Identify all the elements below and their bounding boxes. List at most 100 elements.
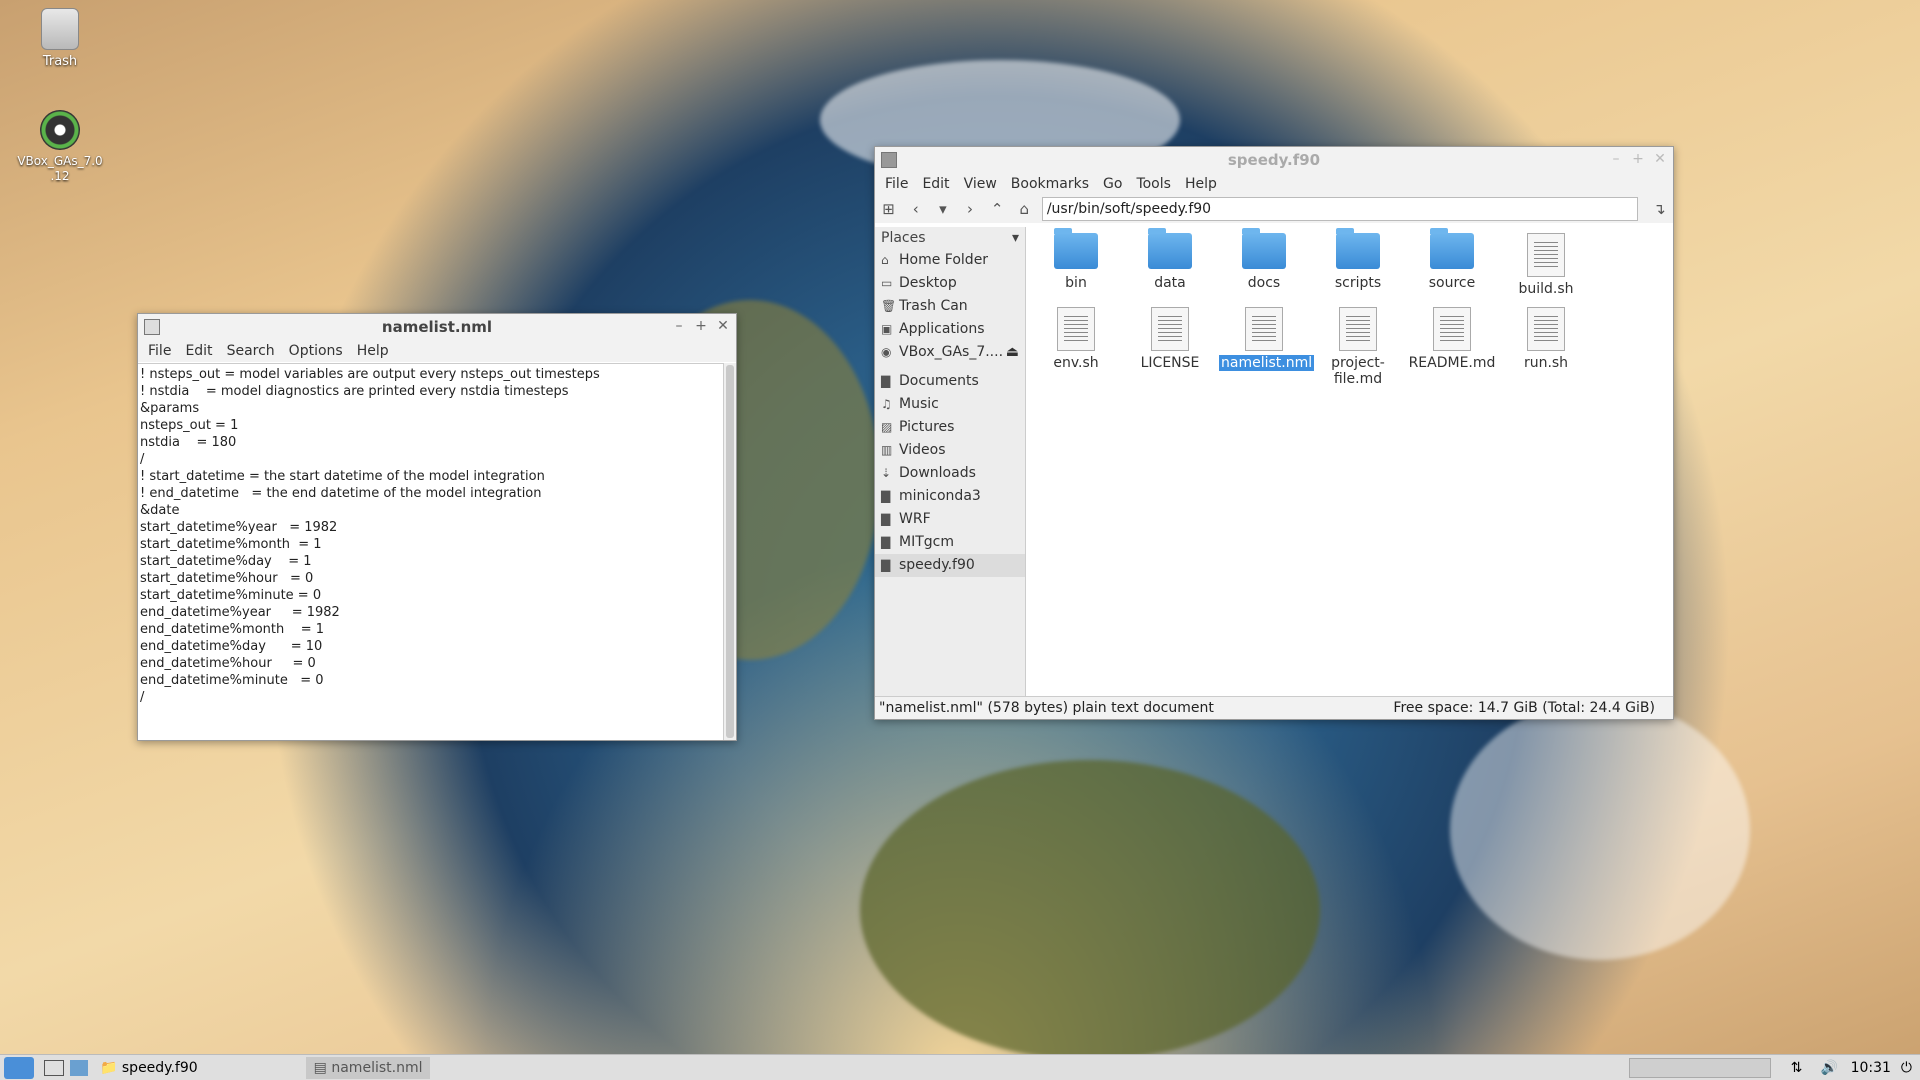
places-item[interactable]: 🗑 Trash Can <box>875 295 1025 318</box>
menu-edit[interactable]: Edit <box>185 343 212 359</box>
folder-item[interactable]: scripts <box>1313 228 1403 291</box>
file-manager-titlebar[interactable]: speedy.f90 – + ✕ <box>875 147 1673 173</box>
history-dropdown-icon[interactable]: ▾ <box>929 200 956 218</box>
show-desktop-icon[interactable] <box>44 1059 64 1076</box>
taskbar: 📁 speedy.f90 ▤ namelist.nml ⇅ 🔊 10:31 ⏻ <box>0 1054 1920 1080</box>
disc-icon: ◉ <box>881 345 892 359</box>
places-item[interactable]: ⇣ Downloads <box>875 462 1025 485</box>
menu-file[interactable]: File <box>885 176 908 192</box>
menu-tools[interactable]: Tools <box>1136 176 1171 192</box>
menu-go[interactable]: Go <box>1103 176 1122 192</box>
file-item[interactable]: namelist.nml <box>1219 307 1315 371</box>
folder-icon <box>1148 228 1192 269</box>
go-icon[interactable]: ↴ <box>1646 200 1673 218</box>
places-item[interactable]: ◉ VBox_GAs_7.... ⏏ <box>875 341 1025 364</box>
folder-icon: ▇ <box>881 558 891 572</box>
places-item[interactable]: ▥ Videos <box>875 439 1025 462</box>
folder-item[interactable]: source <box>1407 228 1497 291</box>
text-area[interactable]: ! nsteps_out = model variables are outpu… <box>138 363 724 740</box>
places-header[interactable]: Places ▾ <box>875 227 1025 249</box>
path-input[interactable]: /usr/bin/soft/speedy.f90 <box>1041 197 1638 221</box>
file-name: run.sh <box>1523 355 1569 371</box>
places-item-label: VBox_GAs_7.... <box>899 344 1004 360</box>
file-manager-toolbar: ⊞ ‹ ▾ › ⌃ ⌂ /usr/bin/soft/speedy.f90 ↴ <box>875 195 1673 223</box>
menu-help[interactable]: Help <box>357 343 389 359</box>
places-item[interactable]: ⌂ Home Folder <box>875 249 1025 272</box>
text-file-icon <box>1527 307 1565 351</box>
menu-view[interactable]: View <box>964 176 997 192</box>
folder-icon: ▇ <box>881 374 891 388</box>
volume-icon[interactable]: 🔊 <box>1821 1060 1839 1076</box>
eject-icon[interactable]: ⏏ <box>1006 341 1019 364</box>
file-name: project- file.md <box>1331 355 1385 387</box>
status-right: Free space: 14.7 GiB (Total: 24.4 GiB) <box>1393 700 1655 716</box>
minimize-button[interactable]: – <box>1607 150 1625 168</box>
back-icon[interactable]: ‹ <box>902 200 929 218</box>
file-name: env.sh <box>1053 355 1099 371</box>
folder-icon <box>1336 228 1380 269</box>
places-item[interactable]: ▨ Pictures <box>875 416 1025 439</box>
places-item[interactable]: ▇ speedy.f90 <box>875 554 1025 577</box>
forward-icon[interactable]: › <box>956 200 983 218</box>
menu-help[interactable]: Help <box>1185 176 1217 192</box>
file-name: docs <box>1247 275 1281 291</box>
file-item[interactable]: project- file.md <box>1313 307 1403 387</box>
maximize-button[interactable]: + <box>1629 150 1647 168</box>
status-left: "namelist.nml" (578 bytes) plain text do… <box>879 700 1214 716</box>
up-icon[interactable]: ⌃ <box>984 200 1011 218</box>
network-icon[interactable]: ⇅ <box>1791 1060 1809 1076</box>
task-editor[interactable]: ▤ namelist.nml <box>305 1056 431 1079</box>
menu-search[interactable]: Search <box>227 343 275 359</box>
places-item[interactable]: ♫ Music <box>875 393 1025 416</box>
file-item[interactable]: README.md <box>1407 307 1497 371</box>
new-tab-icon[interactable]: ⊞ <box>875 200 902 218</box>
places-item-label: Videos <box>899 442 946 458</box>
desktop-icon-trash[interactable]: Trash <box>10 8 110 69</box>
places-item-label: MITgcm <box>899 534 954 550</box>
maximize-button[interactable]: + <box>692 317 710 335</box>
start-menu-icon[interactable] <box>4 1056 34 1079</box>
scrollbar-thumb[interactable] <box>726 365 734 738</box>
clock[interactable]: 10:31 <box>1851 1060 1891 1076</box>
folder-item[interactable]: bin <box>1031 228 1121 291</box>
file-manager-menubar: File Edit View Bookmarks Go Tools Help <box>875 173 1673 195</box>
places-item-label: Pictures <box>899 419 955 435</box>
minimize-button[interactable]: – <box>670 317 688 335</box>
trash-icon <box>41 8 79 50</box>
file-name: scripts <box>1334 275 1382 291</box>
folder-item[interactable]: docs <box>1219 228 1309 291</box>
chevron-down-icon: ▾ <box>1011 230 1019 246</box>
file-grid: bin data docs scripts source build.sh env.sh LI… <box>1031 228 1673 697</box>
power-icon[interactable]: ⏻ <box>1901 1060 1912 1076</box>
file-item[interactable]: LICENSE <box>1125 307 1215 371</box>
workspace-switcher[interactable] <box>1628 1057 1771 1078</box>
places-item[interactable]: ▇ MITgcm <box>875 531 1025 554</box>
file-item[interactable]: env.sh <box>1031 307 1121 371</box>
editor-window: namelist.nml – + ✕ File Edit Search Opti… <box>137 313 737 741</box>
desktop-icon-vbox[interactable]: VBox_GAs_7.0 .12 <box>10 110 110 184</box>
file-manager-launcher-icon[interactable] <box>70 1059 88 1076</box>
menu-bookmarks[interactable]: Bookmarks <box>1011 176 1089 192</box>
task-file-manager[interactable]: 📁 speedy.f90 <box>92 1057 206 1079</box>
vertical-scrollbar[interactable] <box>723 363 736 740</box>
file-item[interactable]: build.sh <box>1501 233 1591 297</box>
folder-item[interactable]: data <box>1125 228 1215 291</box>
places-item[interactable]: ▇ Documents <box>875 370 1025 393</box>
places-item[interactable]: ▇ WRF <box>875 508 1025 531</box>
close-button[interactable]: ✕ <box>714 317 732 335</box>
places-item[interactable]: ▇ miniconda3 <box>875 485 1025 508</box>
text-line: ! end_datetime = the end datetime of the… <box>140 486 542 501</box>
menu-edit[interactable]: Edit <box>922 176 949 192</box>
close-button[interactable]: ✕ <box>1651 150 1669 168</box>
editor-titlebar[interactable]: namelist.nml – + ✕ <box>138 314 736 340</box>
menu-file[interactable]: File <box>148 343 171 359</box>
places-item[interactable]: ▭ Desktop <box>875 272 1025 295</box>
text-line: start_datetime%year = 1982 <box>140 520 338 535</box>
text-line: &params <box>140 401 200 416</box>
menu-options[interactable]: Options <box>289 343 343 359</box>
places-item[interactable]: ▣ Applications <box>875 318 1025 341</box>
home-icon[interactable]: ⌂ <box>1011 200 1038 218</box>
places-item-label: Home Folder <box>899 252 989 268</box>
file-item[interactable]: run.sh <box>1501 307 1591 371</box>
file-name: source <box>1428 275 1476 291</box>
